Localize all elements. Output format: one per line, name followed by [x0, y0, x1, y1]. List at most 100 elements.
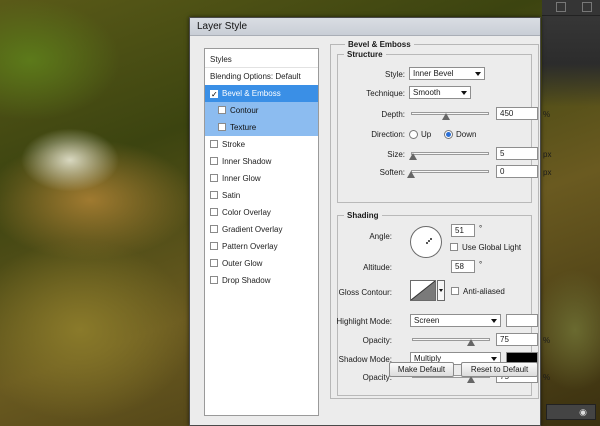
style-item-checkbox[interactable]	[210, 259, 218, 267]
soften-label: Soften:	[379, 168, 405, 177]
highlight-mode-value: Screen	[414, 316, 440, 325]
style-item-label: Texture	[230, 123, 257, 132]
size-input[interactable]: 5	[496, 147, 538, 160]
style-item-checkbox[interactable]	[210, 242, 218, 250]
style-item-label: Blending Options: Default	[210, 72, 301, 81]
style-label: Style:	[384, 70, 405, 79]
angle-dial[interactable]	[410, 226, 442, 258]
style-item[interactable]: Drop Shadow	[205, 272, 318, 289]
highlight-color-swatch[interactable]	[506, 314, 538, 327]
gloss-contour-label: Gloss Contour:	[338, 288, 392, 297]
angle-dial-center	[426, 242, 428, 244]
style-item-checkbox[interactable]	[210, 208, 218, 216]
angle-unit: °	[479, 224, 483, 233]
panel-icon	[556, 2, 566, 12]
style-item-checkbox[interactable]	[210, 157, 218, 165]
highlight-mode-dropdown[interactable]: Screen	[410, 314, 501, 327]
soften-slider[interactable]	[407, 168, 489, 178]
chevron-down-icon	[491, 357, 497, 361]
technique-label: Technique:	[366, 89, 405, 98]
altitude-label: Altitude:	[363, 263, 392, 272]
chevron-down-icon	[461, 91, 467, 95]
use-global-light-label: Use Global Light	[462, 243, 522, 252]
style-item[interactable]: Blending Options: Default	[205, 68, 318, 85]
chevron-down-icon	[475, 72, 481, 76]
style-item-label: Gradient Overlay	[222, 225, 283, 234]
highlight-opacity-slider[interactable]	[412, 336, 490, 346]
chevron-down-icon	[439, 289, 443, 292]
style-item-label: Bevel & Emboss	[222, 89, 281, 98]
shading-title: Shading	[344, 211, 382, 220]
gloss-contour-dropdown[interactable]	[437, 280, 445, 301]
style-item-checkbox[interactable]	[210, 140, 218, 148]
eye-icon[interactable]: ◉	[546, 404, 596, 420]
style-item[interactable]: Contour	[205, 102, 318, 119]
style-item-checkbox[interactable]	[218, 106, 226, 114]
highlight-opacity-label: Opacity:	[362, 336, 392, 345]
use-global-light-checkbox[interactable]	[450, 243, 458, 251]
direction-up-radio[interactable]	[409, 130, 418, 139]
depth-unit: %	[543, 110, 551, 119]
style-item-label: Outer Glow	[222, 259, 263, 268]
soften-input[interactable]: 0	[496, 165, 538, 178]
direction-down-radio[interactable]	[444, 130, 453, 139]
style-item[interactable]: Inner Shadow	[205, 153, 318, 170]
size-label: Size:	[387, 150, 405, 159]
shadow-opacity-unit: %	[543, 373, 551, 382]
highlight-opacity-input[interactable]: 75	[496, 333, 538, 346]
style-item[interactable]: Stroke	[205, 136, 318, 153]
gloss-contour-preview[interactable]	[410, 280, 436, 301]
style-item-checkbox[interactable]	[210, 174, 218, 182]
size-unit: px	[543, 150, 552, 159]
style-item-label: Color Overlay	[222, 208, 271, 217]
style-item-checkbox[interactable]	[210, 225, 218, 233]
depth-input[interactable]: 450	[496, 107, 538, 120]
make-default-button[interactable]: Make Default	[389, 362, 454, 377]
style-item[interactable]: Satin	[205, 187, 318, 204]
styles-list: Styles Blending Options: Default ✓ Bevel &…	[204, 48, 319, 416]
style-item[interactable]: Color Overlay	[205, 204, 318, 221]
slider-thumb[interactable]	[466, 339, 475, 346]
structure-title: Structure	[344, 50, 386, 59]
style-item[interactable]: Pattern Overlay	[205, 238, 318, 255]
style-item-checkbox[interactable]	[210, 276, 218, 284]
direction-label: Direction:	[371, 130, 405, 139]
styles-list-header[interactable]: Styles	[205, 51, 318, 68]
background-panel-strip	[542, 0, 600, 426]
style-item[interactable]: ✓ Bevel & Emboss	[205, 85, 318, 102]
style-item-checkbox[interactable]	[218, 123, 226, 131]
altitude-input[interactable]: 58	[451, 260, 475, 273]
background-panel-top	[542, 0, 600, 16]
style-item-checkbox[interactable]: ✓	[210, 90, 218, 99]
style-dropdown-value: Inner Bevel	[413, 69, 454, 78]
reset-to-default-button[interactable]: Reset to Default	[461, 362, 538, 377]
angle-input[interactable]: 51	[451, 224, 475, 237]
size-slider[interactable]	[409, 150, 489, 160]
slider-thumb[interactable]	[407, 171, 415, 178]
anti-aliased-checkbox[interactable]	[451, 287, 459, 295]
slider-thumb[interactable]	[466, 376, 475, 383]
style-dropdown[interactable]: Inner Bevel	[409, 67, 485, 80]
contour-curve-icon	[411, 281, 435, 300]
style-item[interactable]: Outer Glow	[205, 255, 318, 272]
direction-down-label: Down	[456, 130, 477, 139]
depth-slider[interactable]	[411, 110, 489, 120]
soften-unit: px	[543, 168, 552, 177]
slider-thumb[interactable]	[442, 113, 451, 120]
style-item[interactable]: Gradient Overlay	[205, 221, 318, 238]
slider-thumb[interactable]	[409, 153, 418, 160]
style-item-label: Inner Shadow	[222, 157, 272, 166]
style-item-label: Satin	[222, 191, 241, 200]
depth-label: Depth:	[381, 110, 405, 119]
angle-dial-marker	[430, 238, 432, 240]
structure-group: Structure Style: Inner Bevel Technique: …	[337, 50, 551, 203]
style-item[interactable]: Texture	[205, 119, 318, 136]
shadow-opacity-label: Opacity:	[362, 373, 392, 382]
bevel-emboss-title: Bevel & Emboss	[345, 40, 414, 49]
technique-dropdown[interactable]: Smooth	[409, 86, 471, 99]
angle-label: Angle:	[369, 232, 392, 241]
style-item-checkbox[interactable]	[210, 191, 218, 199]
highlight-mode-label: Highlight Mode:	[336, 317, 392, 326]
highlight-opacity-unit: %	[543, 336, 551, 345]
style-item[interactable]: Inner Glow	[205, 170, 318, 187]
